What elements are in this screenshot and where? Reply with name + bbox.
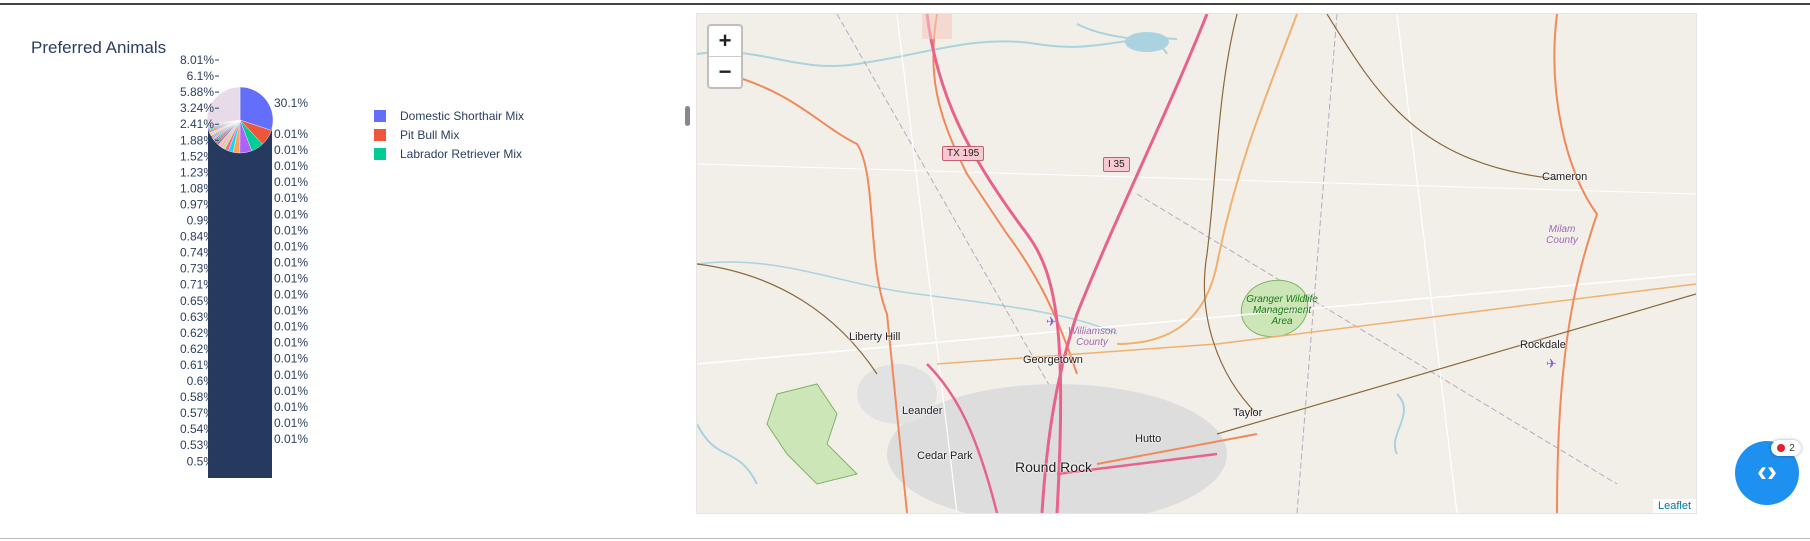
legend-item-pit-bull[interactable]: Pit Bull Mix	[374, 125, 524, 144]
slice-label: 0.01%	[274, 159, 308, 173]
map-tiles	[697, 14, 1696, 513]
slice-label: 1.52%	[180, 149, 214, 163]
town-label: Hutto	[1135, 433, 1162, 445]
town-label: Liberty Hill	[849, 331, 901, 343]
route-shield-tx195: TX 195	[942, 146, 985, 161]
slice-label: 0.62%	[180, 326, 214, 340]
legend-item-labrador[interactable]: Labrador Retriever Mix	[374, 144, 524, 163]
slice-label: 0.97%	[180, 197, 214, 211]
slice-label: 1.88%	[180, 133, 214, 147]
town-label: Taylor	[1233, 407, 1263, 419]
bottom-divider	[0, 538, 1810, 539]
slice-label: 0.01%	[274, 368, 308, 382]
slice-label: 0.62%	[180, 342, 214, 356]
slice-label: 0.01%	[274, 239, 308, 253]
slice-label: 0.01%	[274, 207, 308, 221]
slice-label: 5.88%	[180, 85, 214, 99]
town-label: Georgetown	[1023, 354, 1083, 366]
notification-badge[interactable]: 2	[1771, 440, 1801, 456]
legend-label: Domestic Shorthair Mix	[400, 108, 525, 123]
badge-count: 2	[1789, 442, 1795, 454]
top-divider	[0, 3, 1810, 5]
slice-label: 0.84%	[180, 230, 214, 244]
slice-label: 0.01%	[274, 384, 308, 398]
legend-swatch	[374, 147, 386, 160]
chart-legend: Domestic Shorthair Mix Pit Bull Mix Labr…	[374, 106, 524, 163]
slice-label: 0.61%	[180, 358, 214, 372]
slice-label: 0.01%	[274, 143, 308, 157]
slice-label: 0.01%	[274, 416, 308, 430]
route-shield-i35: I 35	[1103, 157, 1130, 172]
slice-label: 0.01%	[274, 271, 308, 285]
slice-label: 0.01%	[274, 175, 308, 189]
slice-label: 0.01%	[274, 255, 308, 269]
slice-label: 3.24%	[180, 101, 214, 115]
legend-label: Pit Bull Mix	[400, 127, 460, 142]
slice-label: 0.01%	[274, 432, 308, 446]
slice-label: 0.01%	[274, 336, 308, 350]
county-label: Williamson County	[1067, 326, 1117, 348]
pie-chart-panel: 8.01% 6.1% 5.88% 3.24% 2.41% 1.88% 1.52% 1.23% 1…	[0, 10, 690, 510]
legend-item-domestic-shorthair[interactable]: Domestic Shorthair Mix	[374, 106, 524, 125]
zoom-control: + −	[707, 24, 743, 89]
slice-label: 2.41%	[180, 117, 214, 131]
slice-label: 0.54%	[180, 422, 214, 436]
pie-slice-tail	[208, 120, 272, 478]
map-view[interactable]: + − TX 195 I 35 Cameron Liberty Hill Geo…	[696, 13, 1697, 514]
slice-label: 0.01%	[274, 320, 308, 334]
airport-icon: ✈	[1546, 356, 1557, 371]
map-attribution[interactable]: Leaflet	[1652, 499, 1696, 513]
slice-label: 0.74%	[180, 246, 214, 260]
alert-dot-icon	[1777, 444, 1786, 452]
slice-label: 0.01%	[274, 288, 308, 302]
legend-swatch	[374, 109, 386, 122]
town-label: Cedar Park	[917, 450, 973, 462]
slice-label: 6.1%	[187, 69, 215, 83]
slice-label: 1.08%	[180, 181, 214, 195]
slice-label: 0.73%	[180, 262, 214, 276]
town-label: Round Rock	[1015, 459, 1093, 475]
legend-swatch	[374, 128, 386, 141]
slice-label: 0.6%	[187, 374, 215, 388]
chart-title: Preferred Animals	[31, 38, 167, 57]
zoom-in-button[interactable]: +	[709, 26, 741, 56]
slice-label: 0.5%	[187, 454, 215, 468]
slice-label: 0.71%	[180, 278, 214, 292]
slice-label: 0.9%	[187, 214, 215, 228]
slice-label: 0.57%	[180, 406, 214, 420]
slice-label: 0.01%	[274, 127, 308, 141]
town-label: Cameron	[1542, 171, 1588, 183]
slice-label: 0.01%	[274, 191, 308, 205]
slice-label: 0.01%	[274, 352, 308, 366]
county-label: Milam County	[1546, 224, 1578, 246]
slice-label: 0.63%	[180, 310, 214, 324]
town-label: Rockdale	[1520, 339, 1566, 351]
slice-label: 1.23%	[180, 165, 214, 179]
slice-label: 0.58%	[180, 390, 214, 404]
slice-label: 8.01%	[180, 53, 214, 67]
slice-label: 30.1%	[274, 96, 308, 110]
legend-label: Labrador Retriever Mix	[400, 146, 523, 161]
slice-label: 0.01%	[274, 304, 308, 318]
slice-label: 0.01%	[274, 223, 308, 237]
slice-label: 0.01%	[274, 400, 308, 414]
town-label: Leander	[902, 405, 943, 417]
park-label: Granger Wildlife Management Area	[1246, 294, 1318, 327]
pie-chart: 8.01% 6.1% 5.88% 3.24% 2.41% 1.88% 1.52% 1.23% 1…	[180, 53, 308, 478]
panel-resize-handle[interactable]	[685, 106, 690, 126]
zoom-out-button[interactable]: −	[709, 56, 741, 87]
slice-label: 0.53%	[180, 438, 214, 452]
airport-icon: ✈	[1046, 314, 1057, 329]
slice-label: 0.65%	[180, 294, 214, 308]
